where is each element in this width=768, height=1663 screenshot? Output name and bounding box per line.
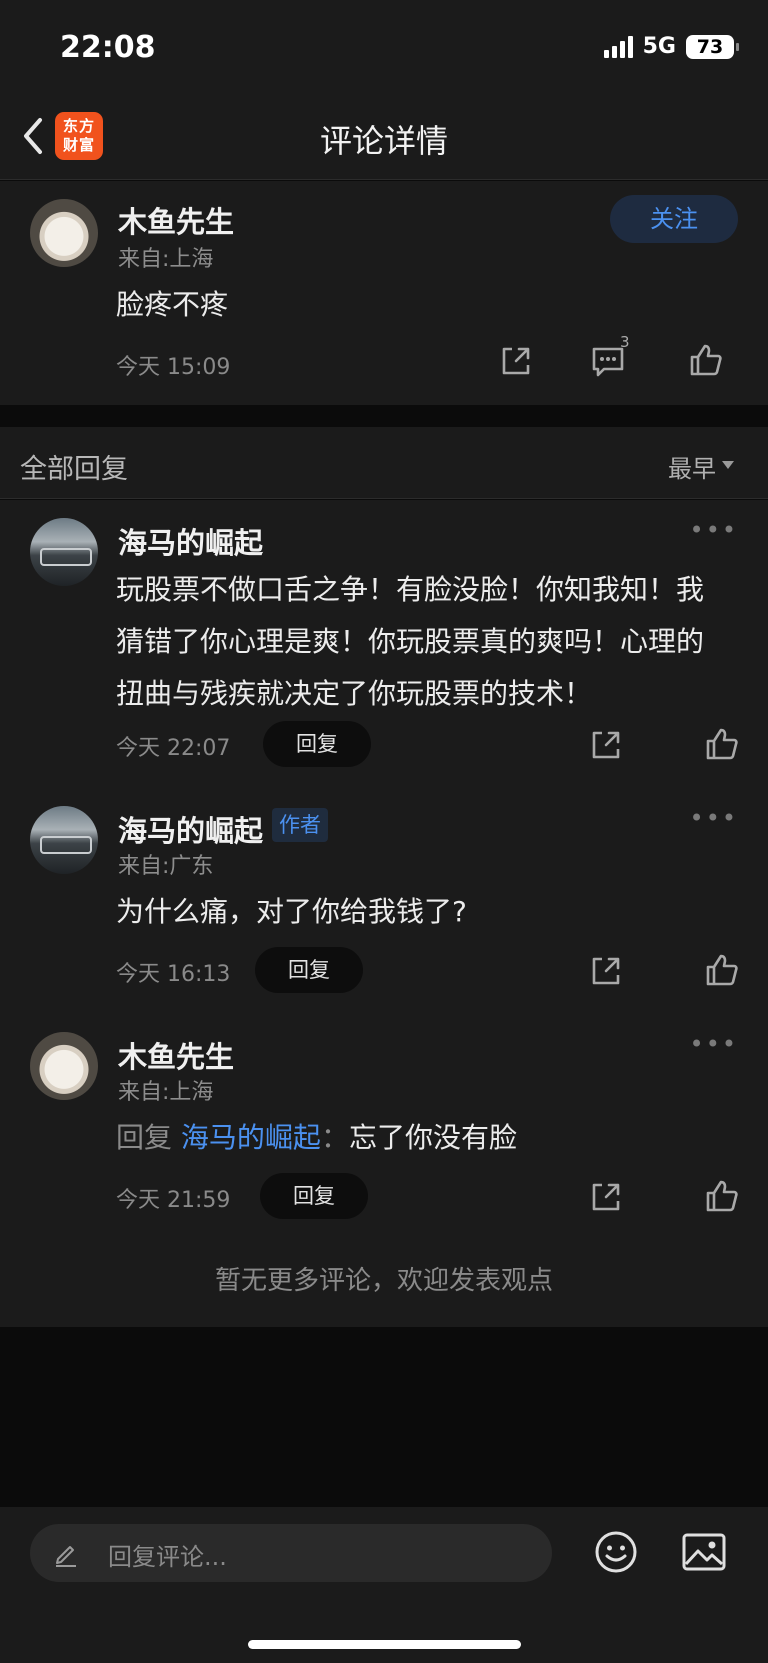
username[interactable]: 海马的崛起 [118,520,263,562]
location: 来自:广东 [118,854,214,879]
reply-button[interactable]: 回复 [260,1173,368,1219]
reply-time: 今天 16:13 [116,962,231,987]
author-badge: 作者 [272,808,328,842]
username[interactable]: 木鱼先生 [118,199,234,241]
reply-input[interactable]: 回复评论... [30,1524,552,1582]
comment-text: 脸疼不疼 [116,288,229,321]
comment-time: 今天 15:09 [116,355,231,380]
like-icon[interactable] [704,952,740,988]
share-icon[interactable] [588,953,624,989]
reply-colon: ： [320,1121,349,1154]
reply-text: 回复 海马的崛起：忘了你没有脸 [116,1112,517,1164]
page-title: 评论详情 [319,122,448,160]
avatar[interactable] [30,199,98,267]
share-icon[interactable] [498,343,534,379]
username[interactable]: 木鱼先生 [118,1034,234,1076]
sort-dropdown[interactable]: 最早 [668,449,716,484]
location: 来自:上海 [118,247,214,272]
reply-body: 忘了你没有脸 [348,1121,517,1154]
avatar[interactable] [30,1032,98,1100]
no-more-comments: 暂无更多评论，欢迎发表观点 [214,1266,553,1296]
pencil-icon [56,1546,76,1567]
battery-icon: 73 [686,34,739,59]
bottom-bar: 回复评论... [0,1507,768,1663]
replies-header: 全部回复 最早 [0,427,768,499]
network-type: 5G [642,34,676,59]
follow-button[interactable]: 关注 [610,195,738,243]
reply-text: 玩股票不做口舌之争！有脸没脸！你知我知！我猜错了你心理是爽！你玩股票真的爽吗！心… [116,573,705,710]
location: 来自:上海 [118,1080,214,1105]
more-icon[interactable]: ••• [690,804,738,832]
reply-time: 今天 22:07 [116,736,231,761]
status-bar: 22:08 5G 73 [0,0,768,92]
emoji-icon[interactable] [593,1529,639,1575]
more-icon[interactable]: ••• [690,516,738,544]
like-icon[interactable] [704,1178,740,1214]
reply-input-placeholder: 回复评论... [108,1543,227,1571]
reply-item: 木鱼先生 ••• 来自:上海 回复 海马的崛起：忘了你没有脸 今天 21:59 … [0,1014,768,1219]
reply-target-link[interactable]: 海马的崛起 [181,1121,321,1154]
reply-button[interactable]: 回复 [255,947,363,993]
reply-item: 海马的崛起 作者 ••• 来自:广东 为什么痛，对了你给我钱了? 今天 16:1… [0,788,768,993]
like-icon[interactable] [688,342,724,378]
sort-caret-icon[interactable] [722,461,734,469]
avatar[interactable] [30,518,98,586]
reply-text: 为什么痛，对了你给我钱了? [116,895,467,928]
more-icon[interactable]: ••• [690,1030,738,1058]
avatar[interactable] [30,806,98,874]
reply-button[interactable]: 回复 [263,721,371,767]
status-indicators: 5G 73 [603,34,739,59]
comment-count: 3 [620,333,630,351]
like-icon[interactable] [704,726,740,762]
reply-time: 今天 21:59 [116,1188,231,1213]
reply-item: 海马的崛起 ••• 玩股票不做口舌之争！有脸没脸！你知我知！我猜错了你心理是爽！… [0,500,768,767]
replies-title: 全部回复 [20,454,128,485]
reply-prefix: 回复 [116,1121,173,1154]
share-icon[interactable] [588,727,624,763]
share-icon[interactable] [588,1179,624,1215]
main-comment: 木鱼先生 来自:上海 关注 脸疼不疼 今天 15:09 3 [0,181,768,405]
nav-bar: 东方 财富 评论详情 [0,92,768,180]
status-time: 22:08 [60,30,156,65]
home-indicator [248,1640,521,1649]
username[interactable]: 海马的崛起 [118,808,263,850]
signal-icon [603,35,633,58]
replies-list: 海马的崛起 ••• 玩股票不做口舌之争！有脸没脸！你知我知！我猜错了你心理是爽！… [0,500,768,1327]
image-icon[interactable] [681,1531,727,1573]
